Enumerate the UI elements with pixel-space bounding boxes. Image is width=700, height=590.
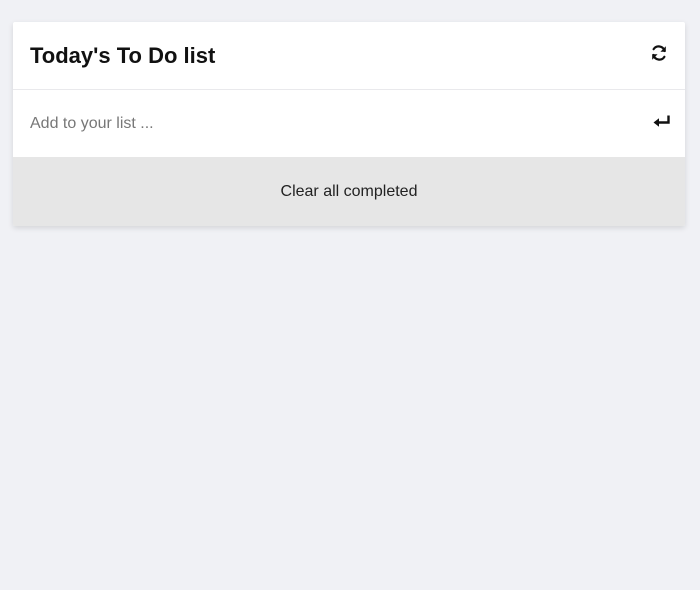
add-item-submit-button[interactable]: [651, 113, 673, 135]
page-title: Today's To Do list: [30, 42, 216, 68]
todo-header: Today's To Do list: [13, 22, 685, 90]
enter-icon: [653, 114, 671, 133]
add-item-input[interactable]: [30, 114, 651, 133]
clear-completed-label: Clear all completed: [280, 182, 418, 200]
add-item-row: [13, 90, 685, 157]
refresh-icon: [650, 44, 668, 67]
todo-card: Today's To Do list Clear al: [13, 22, 685, 226]
refresh-button[interactable]: [647, 44, 671, 68]
clear-completed-button[interactable]: Clear all completed: [13, 157, 685, 226]
